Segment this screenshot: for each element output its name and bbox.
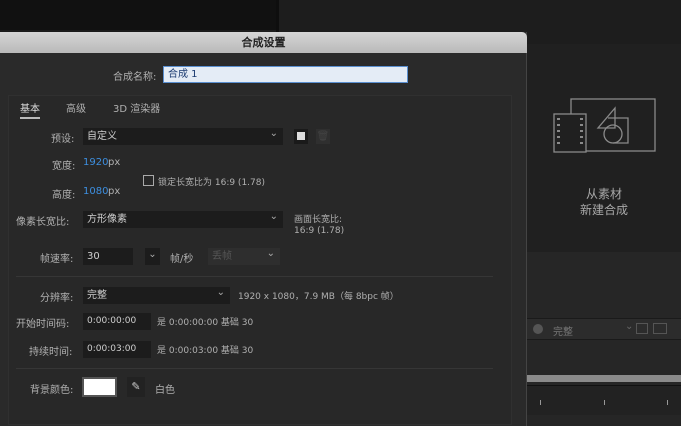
project-panel	[0, 0, 276, 30]
duration-input[interactable]: 0:00:03:00	[83, 341, 151, 358]
frame-aspect-value: 16:9 (1.78)	[294, 226, 345, 236]
lock-aspect-label[interactable]: 锁定长宽比为 16:9 (1.78)	[158, 175, 265, 188]
frame-rate-dropdown[interactable]: ⌄	[145, 248, 160, 265]
dialog-title[interactable]: 合成设置	[0, 32, 527, 53]
background-color-label: 背景颜色:	[30, 385, 74, 396]
comp-name-label: 合成名称:	[113, 72, 157, 83]
width-label: 宽度:	[52, 161, 76, 172]
comp-name-input[interactable]: 合成 1	[163, 66, 408, 83]
start-timecode-label: 开始时间码:	[16, 319, 70, 330]
drop-frame-select[interactable]: 丢帧	[208, 245, 280, 265]
divider	[16, 368, 493, 369]
lock-aspect-checkbox[interactable]	[143, 175, 154, 186]
width-value[interactable]: 1920	[83, 157, 108, 168]
resolution-select[interactable]: 完整	[83, 284, 230, 304]
tab-advanced[interactable]: 高级	[66, 100, 86, 115]
start-timecode-input[interactable]: 0:00:00:00	[83, 313, 151, 330]
width-unit: px	[108, 157, 121, 168]
resolution-select[interactable]: 完整	[553, 323, 573, 338]
ruler-tick	[540, 400, 541, 405]
new-comp-from-footage-icon[interactable]	[553, 98, 657, 154]
height-label: 高度:	[52, 190, 76, 201]
resolution-label: 分辨率:	[40, 293, 74, 304]
background-color-name: 白色	[155, 385, 175, 396]
duration-info: 是 0:00:03:00 基础 30	[157, 346, 254, 356]
new-comp-text-line2[interactable]: 新建合成	[527, 202, 681, 218]
duration-label: 持续时间:	[29, 347, 73, 358]
divider	[16, 276, 493, 277]
background-color-swatch[interactable]	[82, 377, 117, 397]
frame-rate-unit: 帧/秒	[170, 254, 194, 265]
start-timecode-info: 是 0:00:00:00 基础 30	[157, 318, 254, 328]
tab-3d-renderer[interactable]: 3D 渲染器	[113, 100, 160, 115]
height-unit: px	[108, 186, 121, 197]
delete-preset-icon[interactable]: 🗑	[316, 129, 330, 144]
preset-select[interactable]: 自定义	[83, 125, 283, 145]
eyedropper-icon[interactable]: ✎	[127, 377, 145, 397]
pixel-aspect-label: 像素长宽比:	[16, 217, 70, 228]
ruler-tick	[667, 400, 668, 405]
chevron-down-icon: ⌄	[625, 321, 634, 332]
region-icon[interactable]	[636, 323, 648, 334]
save-preset-icon[interactable]	[294, 129, 308, 144]
color-icon[interactable]	[533, 324, 543, 334]
resolution-info: 1920 x 1080，7.9 MB（每 8bpc 帧）	[238, 292, 399, 302]
ruler-tick	[604, 400, 605, 405]
pixel-aspect-select[interactable]: 方形像素	[83, 208, 283, 228]
grid-icon[interactable]	[653, 323, 667, 334]
height-value[interactable]: 1080	[83, 186, 108, 197]
frame-rate-input[interactable]: 30	[83, 248, 133, 265]
frame-rate-label: 帧速率:	[40, 254, 74, 265]
timeline-scrollbar[interactable]	[527, 375, 681, 382]
composition-viewer: 从素材 新建合成	[527, 44, 681, 252]
new-comp-text-line1[interactable]: 从素材	[527, 186, 681, 202]
preset-label: 预设:	[51, 134, 75, 145]
frame-aspect-label: 画面长宽比:	[294, 215, 343, 225]
tab-basic[interactable]: 基本	[20, 100, 40, 119]
viewer-toolbar: 完整 ⌄	[527, 318, 681, 340]
